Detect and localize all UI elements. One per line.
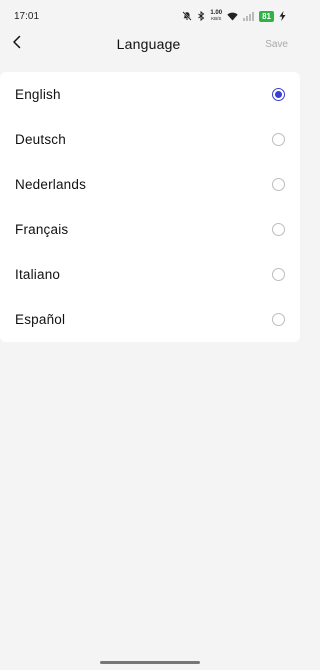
language-option-francais[interactable]: Français — [0, 207, 300, 252]
home-indicator[interactable] — [100, 661, 200, 664]
bluetooth-icon — [197, 11, 205, 21]
status-time: 17:01 — [14, 10, 40, 22]
language-list: English Deutsch Nederlands Français Ital… — [0, 72, 300, 342]
header: Language Save — [0, 32, 300, 56]
language-label: Nederlands — [15, 177, 87, 192]
status-icons: 1.00 KB/S 81 — [182, 10, 286, 22]
back-button[interactable] — [12, 32, 32, 56]
radio-button[interactable] — [272, 268, 285, 281]
net-speed: 1.00 KB/S — [210, 10, 222, 22]
language-option-nederlands[interactable]: Nederlands — [0, 162, 300, 207]
language-label: Français — [15, 222, 69, 237]
wifi-icon — [227, 12, 238, 21]
chevron-left-icon — [12, 35, 22, 54]
radio-button[interactable] — [272, 133, 285, 146]
radio-button[interactable] — [272, 223, 285, 236]
radio-button-selected[interactable] — [272, 88, 285, 101]
radio-button[interactable] — [272, 178, 285, 191]
language-option-english[interactable]: English — [0, 72, 300, 117]
language-label: Español — [15, 312, 66, 327]
language-option-italiano[interactable]: Italiano — [0, 252, 300, 297]
radio-button[interactable] — [272, 313, 285, 326]
language-label: Deutsch — [15, 132, 66, 147]
language-option-deutsch[interactable]: Deutsch — [0, 117, 300, 162]
mute-bell-icon — [182, 11, 192, 21]
status-bar: 17:01 1.00 KB/S 81 — [0, 0, 300, 32]
language-label: English — [15, 87, 61, 102]
charging-icon — [279, 11, 286, 21]
signal-icon — [243, 11, 255, 21]
battery-indicator: 81 — [259, 10, 274, 22]
language-label: Italiano — [15, 267, 61, 282]
language-option-espanol[interactable]: Español — [0, 297, 300, 342]
page-title: Language — [116, 36, 181, 52]
net-speed-unit: KB/S — [211, 16, 222, 21]
save-button[interactable]: Save — [265, 39, 288, 50]
